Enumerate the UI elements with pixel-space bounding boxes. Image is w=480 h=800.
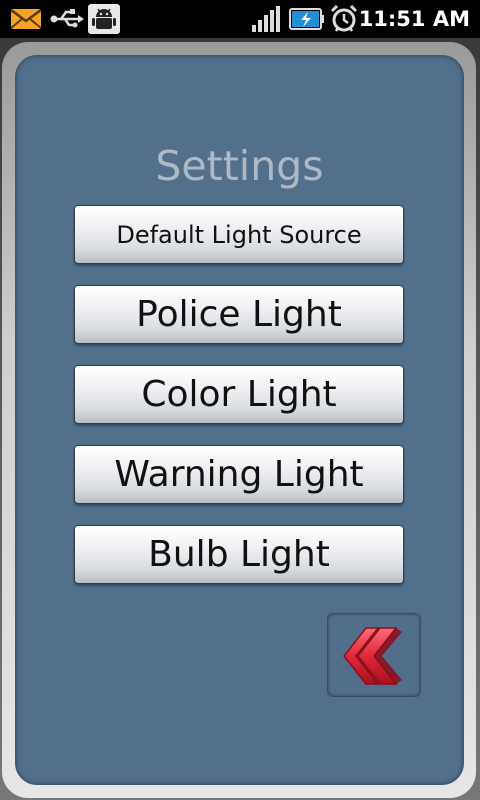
page-title: Settings	[155, 142, 324, 190]
double-chevron-left-icon	[340, 622, 410, 694]
mail-icon	[10, 7, 42, 35]
status-bar: 11:51 AM	[0, 0, 480, 38]
battery-charging-icon	[289, 7, 325, 35]
android-debug-icon	[88, 4, 120, 38]
color-light-button[interactable]: Color Light	[74, 365, 404, 424]
police-light-button[interactable]: Police Light	[74, 285, 404, 344]
default-light-source-button[interactable]: Default Light Source	[74, 205, 404, 264]
usb-icon	[50, 9, 84, 33]
settings-panel: Settings Default Light Source Police Lig…	[15, 55, 464, 785]
alarm-icon	[330, 4, 358, 38]
back-button[interactable]	[327, 613, 421, 697]
app-frame: Settings Default Light Source Police Lig…	[0, 38, 480, 800]
signal-icon	[252, 6, 282, 36]
status-clock: 11:51 AM	[358, 7, 470, 31]
warning-light-button[interactable]: Warning Light	[74, 445, 404, 504]
bulb-light-button[interactable]: Bulb Light	[74, 525, 404, 584]
